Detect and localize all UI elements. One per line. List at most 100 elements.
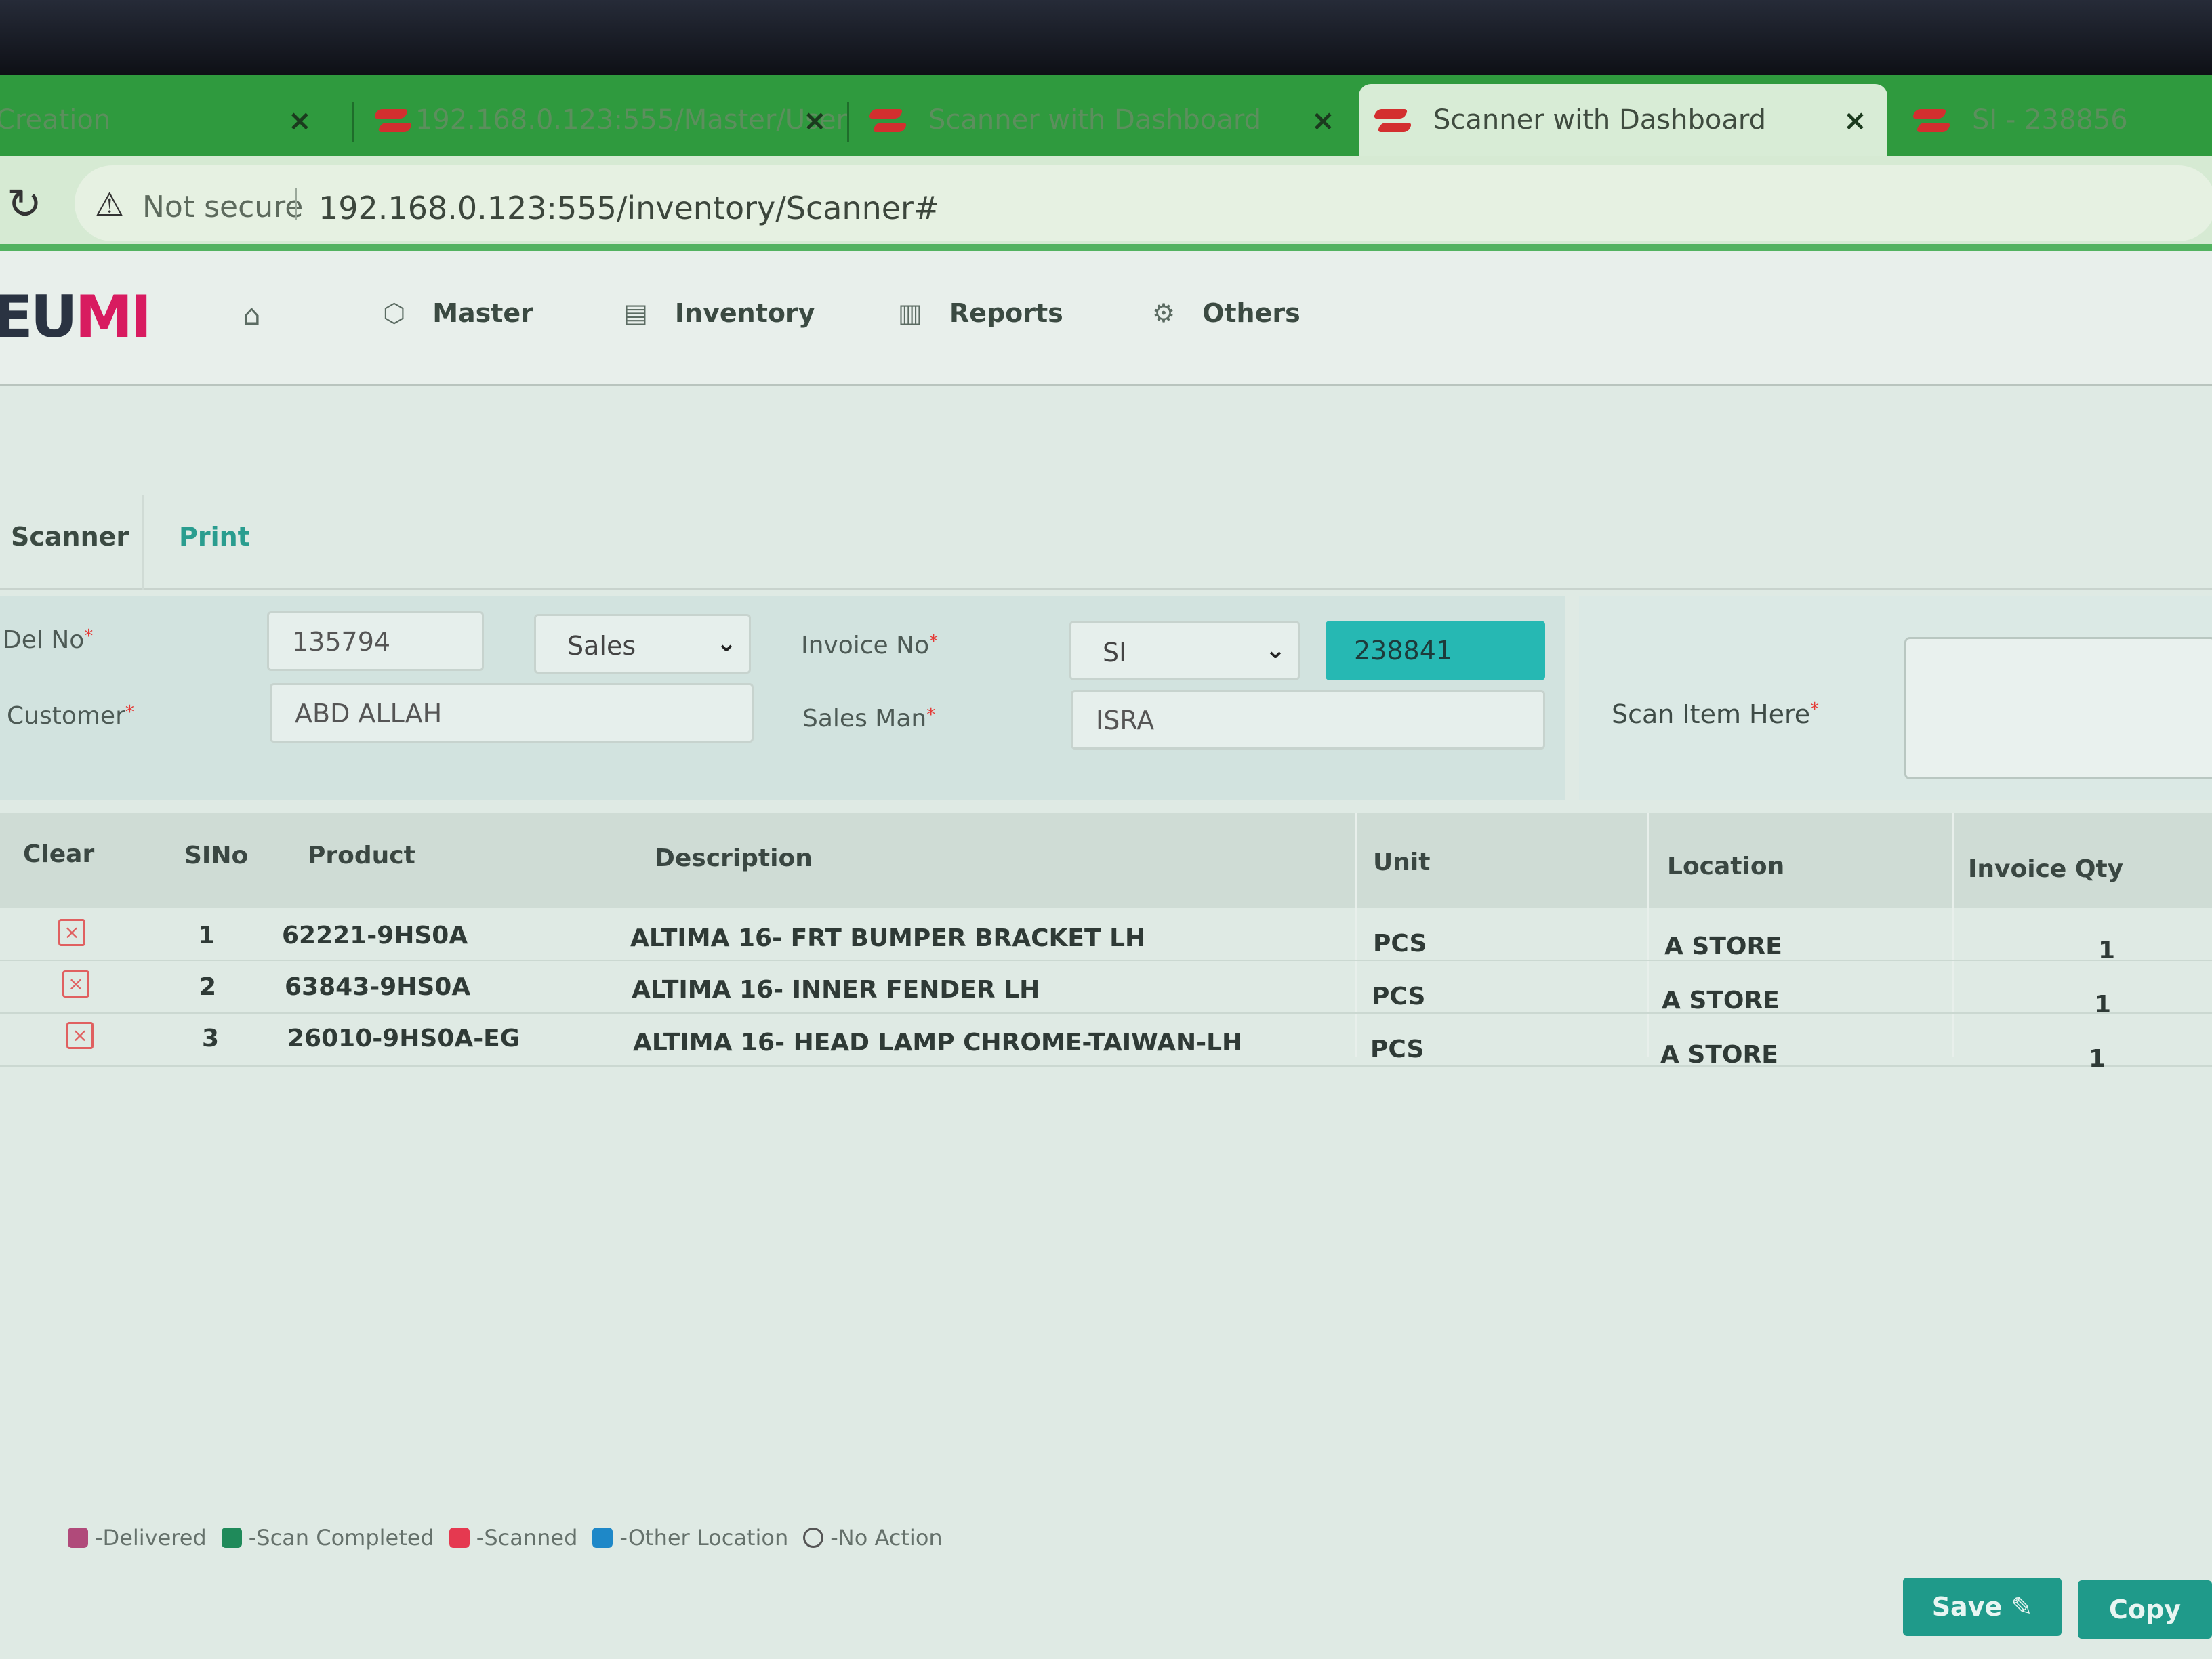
nav-label: Master: [432, 298, 533, 328]
delivery-type-select[interactable]: Sales ⌄: [534, 614, 751, 674]
required-mark: *: [929, 632, 939, 652]
tab-title: Scanner with Dashboard: [1433, 104, 1766, 136]
close-icon[interactable]: ×: [288, 104, 312, 137]
customer-field[interactable]: ABD ALLAH: [270, 683, 754, 743]
tab-title: SI - 238856: [1972, 104, 2128, 136]
close-icon[interactable]: ×: [803, 104, 827, 137]
col-unit[interactable]: Unit: [1373, 848, 1430, 876]
salesman-label-text: Sales Man: [802, 705, 927, 733]
customer-label-text: Customer: [7, 702, 125, 730]
tab-print[interactable]: Print: [179, 522, 250, 552]
cell-description: ALTIMA 16- HEAD LAMP CHROME-TAIWAN-LH: [633, 1029, 1243, 1057]
reload-icon[interactable]: ↻: [7, 179, 42, 228]
table-row[interactable]: × 1 62221-9HS0A ALTIMA 16- FRT BUMPER BR…: [0, 908, 2212, 964]
col-product[interactable]: Product: [308, 842, 415, 869]
nav-item-inventory[interactable]: ▤ Inventory: [623, 298, 815, 328]
col-sino[interactable]: SINo: [184, 842, 248, 869]
salesman-label: Sales Man*: [802, 705, 935, 733]
close-icon[interactable]: ×: [1311, 104, 1335, 137]
salesman-field[interactable]: ISRA: [1071, 690, 1545, 750]
gear-icon: ⚙: [1152, 298, 1176, 328]
nav-label: Reports: [949, 298, 1063, 328]
table-row[interactable]: × 2 63843-9HS0A ALTIMA 16- INNER FENDER …: [0, 961, 2212, 1019]
cell-unit: PCS: [1372, 983, 1426, 1010]
logo-part2: MI: [75, 283, 152, 351]
clear-row-icon[interactable]: ×: [66, 1022, 94, 1049]
del-no-label: Del No*: [3, 626, 93, 654]
tab-divider: [352, 102, 354, 142]
delivered-swatch: [68, 1528, 88, 1548]
app-favicon-icon: [1914, 105, 1948, 135]
save-button[interactable]: Save ✎: [1903, 1578, 2062, 1636]
scan-completed-swatch: [221, 1528, 242, 1548]
copy-button[interactable]: Copy: [2078, 1580, 2212, 1639]
close-icon[interactable]: ×: [1843, 104, 1867, 137]
clear-row-icon[interactable]: ×: [58, 919, 85, 946]
scan-item-label-text: Scan Item Here: [1612, 699, 1811, 729]
app-favicon-icon: [1375, 105, 1409, 135]
col-invoice-qty[interactable]: Invoice Qty: [1968, 855, 2123, 883]
url-text[interactable]: 192.168.0.123:555/inventory/Scanner#: [319, 190, 940, 226]
cell-location: A STORE: [1662, 987, 1780, 1015]
col-clear[interactable]: Clear: [23, 840, 94, 868]
invoice-prefix-select[interactable]: SI ⌄: [1069, 621, 1300, 680]
app-container: EUMI ⌂ ⬡ Master ▤ Inventory ▥ Reports ⚙ …: [0, 251, 2212, 1659]
customer-label: Customer*: [7, 702, 134, 730]
tab-divider: [847, 102, 849, 142]
cell-qty: 1: [2089, 1045, 2106, 1073]
table-row[interactable]: × 3 26010-9HS0A-EG ALTIMA 16- HEAD LAMP …: [0, 1014, 2212, 1073]
app-favicon-icon: [870, 105, 904, 135]
cell-description: ALTIMA 16- INNER FENDER LH: [632, 976, 1040, 1004]
cell-unit: PCS: [1373, 930, 1427, 958]
del-no-label-text: Del No: [3, 626, 85, 654]
cell-location: A STORE: [1660, 1041, 1778, 1069]
tab-title: Scanner with Dashboard: [928, 104, 1261, 136]
url-field[interactable]: ⚠ Not secure 192.168.0.123:555/inventory…: [75, 165, 2212, 241]
browser-tab-strip: Creation × 192.168.0.123:555/Master/User…: [0, 75, 2212, 156]
cell-sino: 3: [202, 1025, 220, 1052]
col-description[interactable]: Description: [655, 844, 813, 872]
no-action-swatch: [803, 1528, 824, 1548]
app-favicon-icon: [375, 105, 391, 135]
cell-sino: 1: [198, 922, 216, 949]
nav-item-others[interactable]: ⚙ Others: [1152, 298, 1300, 328]
omnibox-divider: [295, 188, 297, 220]
scan-item-input[interactable]: [1904, 637, 2212, 779]
cell-unit: PCS: [1370, 1036, 1425, 1063]
cell-description: ALTIMA 16- FRT BUMPER BRACKET LH: [630, 924, 1146, 952]
subtab-divider: [142, 495, 144, 590]
legend-label: -No Action: [830, 1525, 943, 1551]
table-header: Clear SINo Product Description Unit Loca…: [0, 813, 2212, 908]
nav-label: Others: [1202, 298, 1300, 328]
col-location[interactable]: Location: [1667, 853, 1784, 880]
browser-tab[interactable]: 192.168.0.123:555/Master/User ×: [359, 84, 847, 156]
scan-item-label: Scan Item Here*: [1612, 699, 1819, 729]
clear-row-icon[interactable]: ×: [62, 970, 89, 998]
cell-product: 62221-9HS0A: [282, 922, 468, 949]
del-no-field[interactable]: 135794: [267, 611, 484, 671]
logo-part1: EU: [0, 283, 78, 351]
cell-qty: 1: [2098, 937, 2116, 964]
cell-product: 63843-9HS0A: [285, 973, 471, 1001]
sub-tabs: Scanner Print: [0, 495, 2212, 590]
browser-tab[interactable]: Scanner with Dashboard ×: [854, 84, 1355, 156]
scanned-swatch: [449, 1528, 470, 1548]
home-icon[interactable]: ⌂: [243, 298, 261, 331]
required-mark: *: [926, 705, 936, 725]
browser-tab-active[interactable]: Scanner with Dashboard ×: [1359, 84, 1887, 156]
nav-item-reports[interactable]: ▥ Reports: [898, 298, 1063, 328]
invoice-number-field[interactable]: 238841: [1326, 621, 1545, 680]
tab-scanner[interactable]: Scanner: [11, 522, 129, 552]
security-label[interactable]: Not secure: [142, 190, 303, 224]
delivery-type-value: Sales: [567, 631, 636, 661]
box-icon: ▤: [623, 298, 648, 328]
legend-label: -Scan Completed: [248, 1525, 434, 1551]
browser-tab[interactable]: Creation ×: [0, 84, 332, 156]
monitor-bezel: [0, 0, 2212, 75]
browser-tab[interactable]: SI - 238856: [1898, 84, 2212, 156]
app-logo[interactable]: EUMI: [0, 283, 152, 351]
nav-item-master[interactable]: ⬡ Master: [383, 298, 533, 328]
cube-icon: ⬡: [383, 298, 406, 328]
legend-label: -Other Location: [619, 1525, 789, 1551]
cell-sino: 2: [199, 973, 217, 1001]
